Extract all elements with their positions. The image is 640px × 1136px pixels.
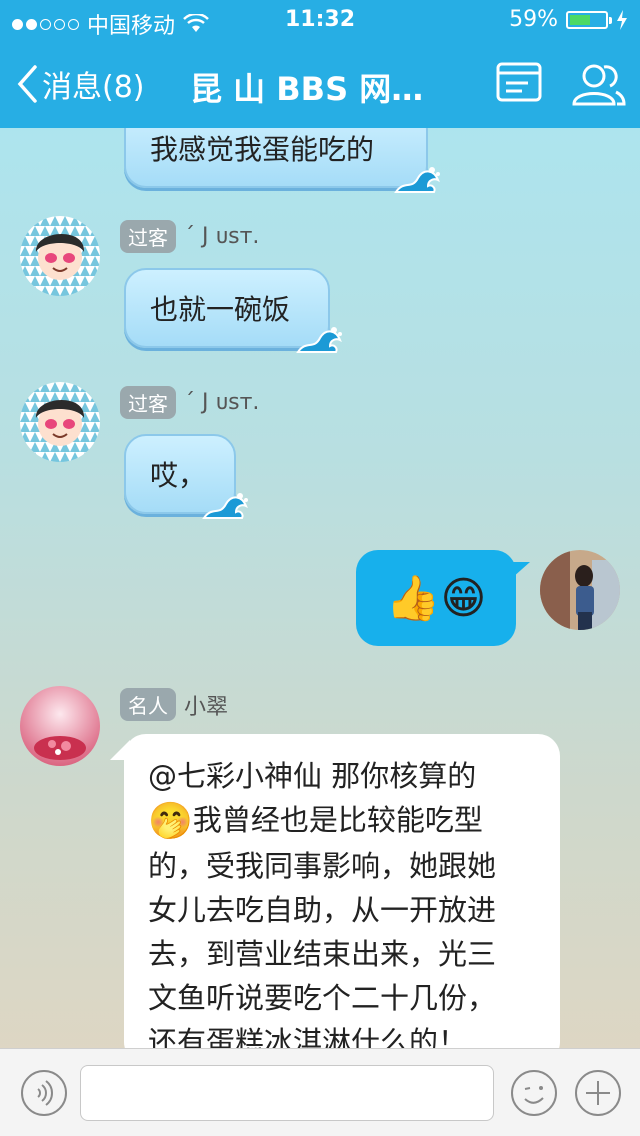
message-text: 我感觉我蛋能吃的 [150, 133, 375, 166]
message-line: 女儿去吃自助，从一开放进 [148, 893, 497, 927]
chevron-left-icon [17, 65, 37, 103]
bubble-tail [512, 562, 530, 578]
sender-badge: 过客 [120, 386, 176, 419]
message-bubble[interactable]: 也就一碗饭 [124, 268, 342, 353]
voice-icon[interactable] [20, 1069, 68, 1117]
message-line: 去，到营业结束出来，光三 [148, 937, 497, 971]
message-line: 还有蛋糕冰淇淋什么的！ [148, 1025, 468, 1048]
sender-badge: 过客 [120, 220, 176, 253]
back-label: 消息(8) [42, 70, 145, 105]
pink-flower-avatar [20, 686, 100, 766]
avatar[interactable] [20, 216, 100, 296]
message-input[interactable] [80, 1065, 494, 1121]
wave-decoration-icon [202, 493, 248, 519]
sender-meta: 过客 ´ J ᴜsᴛ. [120, 220, 259, 253]
message-text: 哎， [150, 459, 207, 492]
nav-bar: 消息(8) 昆 山 BBS 网… [0, 40, 640, 128]
message-bubble[interactable]: 我感觉我蛋能吃的 [124, 128, 440, 193]
covering-mouth-emoji: 🤭 [148, 801, 193, 842]
message-line: 我曾经也是比较能吃型 [192, 803, 483, 837]
my-message-bubble[interactable]: 👍😁 [356, 550, 516, 646]
back-button[interactable]: 消息(8) [16, 62, 145, 106]
sender-meta: 名人 小翠 [120, 688, 228, 721]
avatar[interactable] [20, 686, 100, 766]
emoji-message: 👍😁 [385, 573, 487, 624]
message-text: 也就一碗饭 [150, 293, 291, 326]
list-icon[interactable] [496, 62, 542, 102]
cartoon-boy-avatar [20, 382, 100, 462]
message-bubble[interactable]: 哎， [124, 434, 248, 519]
battery-icon [566, 10, 612, 29]
charging-icon [617, 9, 627, 30]
status-bar: 中国移动 11:32 59% [0, 0, 640, 40]
my-avatar[interactable] [540, 550, 620, 630]
sender-badge: 名人 [120, 688, 176, 721]
message-line: 的，受我同事影响，她跟她 [148, 849, 497, 883]
avatar[interactable] [20, 382, 100, 462]
wave-decoration-icon [296, 327, 342, 353]
message-list[interactable]: 我感觉我蛋能吃的 过客 ´ J ᴜsᴛ. 也就一碗饭 过客 ´ J ᴜsᴛ. 哎… [0, 128, 640, 1048]
input-bar [0, 1048, 640, 1136]
emoji-icon[interactable] [510, 1069, 558, 1117]
cartoon-boy-avatar [20, 216, 100, 296]
message-bubble[interactable]: @七彩小神仙 那你核算的 🤭我曾经也是比较能吃型 的，受我同事影响，她跟她 女儿… [124, 734, 560, 1048]
battery-percent: 59% [509, 7, 558, 32]
sender-name[interactable]: ´ J ᴜsᴛ. [184, 390, 259, 415]
sender-name[interactable]: 小翠 [184, 689, 228, 721]
group-icon[interactable] [570, 62, 626, 106]
photo-avatar [540, 550, 620, 630]
sender-meta: 过客 ´ J ᴜsᴛ. [120, 386, 259, 419]
sender-name[interactable]: ´ J ᴜsᴛ. [184, 224, 259, 249]
plus-icon[interactable] [574, 1069, 622, 1117]
wave-decoration-icon [394, 167, 440, 193]
message-line: @七彩小神仙 那你核算的 [148, 759, 477, 793]
status-right: 59% [509, 7, 628, 32]
message-line: 文鱼听说要吃个二十几份， [148, 981, 497, 1015]
chat-title: 昆 山 BBS 网… [190, 70, 424, 108]
message-line-with-emoji: 🤭我曾经也是比较能吃型 [148, 798, 536, 844]
